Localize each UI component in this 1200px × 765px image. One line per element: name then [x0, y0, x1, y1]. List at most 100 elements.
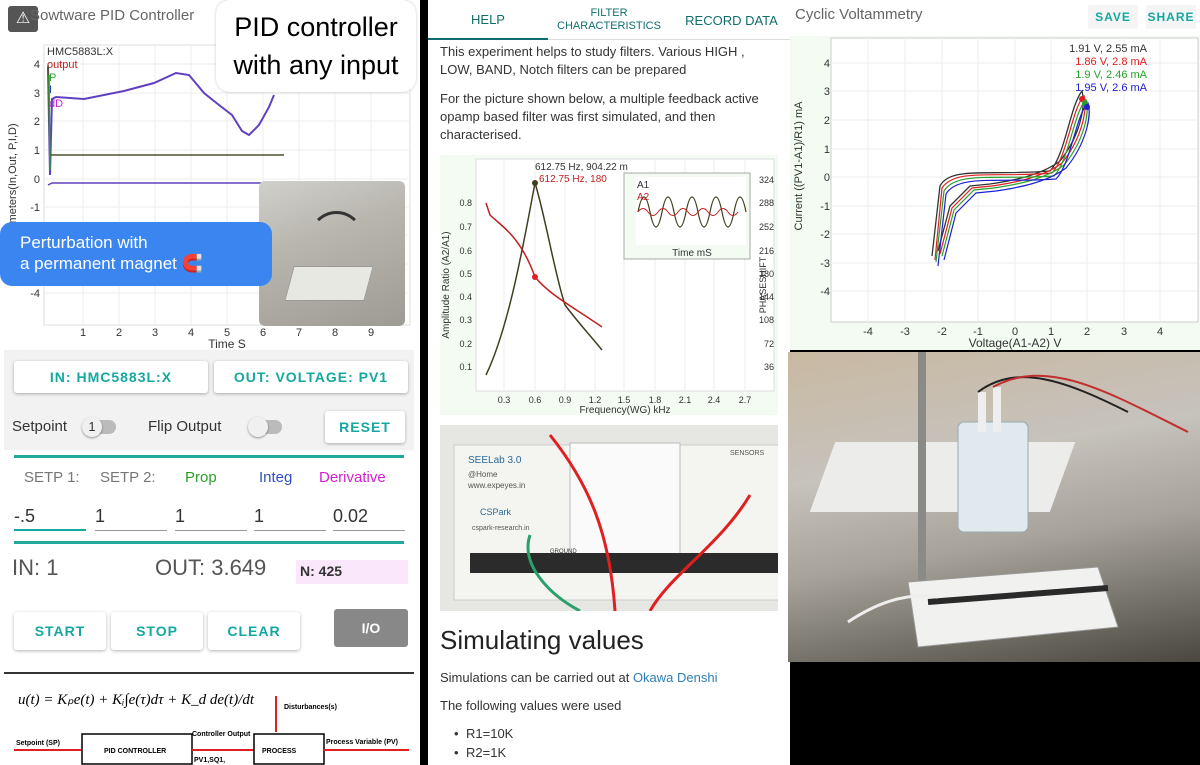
filter-xtick: 2.4 — [708, 395, 721, 405]
phase-tick: 288 — [759, 198, 774, 208]
photo-home: @Home — [468, 470, 498, 479]
inset-legend-a1: A1 — [637, 180, 650, 191]
inset-xlabel: Time mS — [672, 248, 712, 259]
pid-ytick: 1 — [34, 145, 40, 157]
flip-output-label: Flip Output — [148, 418, 222, 435]
inset-legend-a2: A2 — [637, 192, 650, 203]
app-title: Sowtware PID Controller — [30, 7, 195, 24]
filter-ylabel: Amplitude Ratio (A2/A1) — [441, 231, 452, 338]
tab-help[interactable]: HELP — [428, 0, 548, 40]
pid-ytick: 0 — [34, 174, 40, 186]
simulation-text: Simulations can be carried out at — [440, 670, 633, 685]
disturbance-caption: Disturbances(s) — [284, 704, 337, 711]
setpoint-toggle[interactable]: 1 — [82, 417, 116, 437]
derivative-input[interactable]: 0.02 — [333, 503, 405, 531]
filter-ytick: 0.4 — [459, 292, 472, 302]
cyclic-voltammetry-panel: Cyclic Voltammetry SAVE SHARE 4 3 2 1 0 … — [790, 0, 1200, 350]
setpoint-toggle-knob: 1 — [82, 417, 102, 437]
pid-xtick: 9 — [368, 327, 374, 339]
process-caption: PROCESS — [262, 748, 297, 755]
controller-caption: PID CONTROLLER — [104, 748, 166, 755]
values-paragraph: The following values were used — [440, 698, 622, 713]
phase-tick: 252 — [759, 222, 774, 232]
filter-ytick: 0.1 — [459, 362, 472, 372]
phase-tick: 324 — [759, 175, 774, 185]
cv-title: Cyclic Voltammetry — [795, 6, 923, 23]
filter-ytick: 0.2 — [459, 339, 472, 349]
cv-xtick: 2 — [1084, 326, 1090, 338]
cv-chart: 4 3 2 1 0 -1 -2 -3 -4 -4 -3 -2 -1 0 1 2 … — [790, 36, 1200, 350]
input-select-button[interactable]: IN: HMC5883L:X — [14, 361, 208, 393]
magnet-setup-photo — [259, 181, 405, 326]
setp2-header: SETP 2: — [100, 469, 156, 486]
pid-caption-line: with any input — [233, 50, 399, 80]
cv-xtick: 4 — [1157, 326, 1163, 338]
prop-input[interactable]: 1 — [175, 503, 247, 531]
filter-ytick: 0.3 — [459, 315, 472, 325]
tab-bar: HELP FILTER CHARACTERISTICS RECORD DATA — [428, 0, 790, 40]
cv-ytick: 3 — [824, 86, 830, 98]
pid-ytick: -1 — [30, 202, 40, 214]
pid-ytick: 2 — [34, 116, 40, 128]
clear-button[interactable]: CLEAR — [208, 612, 300, 650]
flip-output-toggle[interactable] — [248, 417, 282, 437]
photo-wire — [309, 211, 364, 266]
pid-xtick: 6 — [260, 327, 266, 339]
pid-legend-p: P — [49, 72, 56, 84]
filter-response-chart: 0.8 0.7 0.6 0.5 0.4 0.3 0.2 0.1 0.3 0.6 … — [440, 155, 778, 415]
setp1-header: SETP 1: — [24, 469, 80, 486]
pid-controller-panel: ⚠ Sowtware PID Controller Parameters(In,… — [0, 0, 420, 765]
io-button[interactable]: I/O — [334, 609, 408, 647]
peak-annotation: 612.75 Hz, 904.22 m — [535, 162, 628, 173]
cv-ytick: 2 — [824, 115, 830, 127]
filter-xtick: 0.9 — [559, 395, 572, 405]
filter-ytick: 0.5 — [459, 269, 472, 279]
flip-output-toggle-knob — [248, 417, 268, 437]
phase-marker — [532, 274, 538, 280]
divider-top — [14, 455, 404, 458]
pid-xtick: 3 — [152, 327, 158, 339]
share-button[interactable]: SHARE — [1146, 5, 1196, 29]
filter-xtick: 1.2 — [589, 395, 602, 405]
pid-xtick: 7 — [296, 327, 302, 339]
output-select-button[interactable]: OUT: VOLTAGE: PV1 — [214, 361, 408, 393]
filter-xtick: 1.5 — [618, 395, 631, 405]
pid-legend-output: output — [47, 59, 78, 71]
perturbation-caption-line: a permanent magnet 🧲 — [20, 254, 203, 273]
reset-button[interactable]: RESET — [325, 411, 405, 443]
integ-input[interactable]: 1 — [254, 503, 326, 531]
cv-ytick: -3 — [820, 258, 830, 270]
filter-ylabel2: PHASESHIFT — [758, 256, 768, 313]
cv-ytick: -2 — [820, 229, 830, 241]
phase-annotation: 612.75 Hz, 180 — [539, 174, 607, 185]
filter-ytick: 0.8 — [459, 198, 472, 208]
cv-legend-1: 1.91 V, 2.55 mA — [1069, 43, 1148, 55]
perturbation-caption-bubble: Perturbation with a permanent magnet 🧲 — [0, 222, 272, 286]
pid-caption-line: PID controller — [234, 12, 398, 42]
setp2-input[interactable]: 1 — [95, 503, 167, 531]
photo-sensors: SENSORS — [730, 450, 765, 457]
tab-filter-characteristics[interactable]: FILTER CHARACTERISTICS — [548, 0, 670, 40]
derivative-header: Derivative — [319, 469, 386, 486]
cv-xtick: -2 — [937, 326, 947, 338]
photo-site: www.expeyes.in — [467, 481, 525, 490]
cv-marker-blue — [1084, 104, 1090, 110]
phase-tick: 216 — [759, 246, 774, 256]
phase-tick: 72 — [764, 339, 774, 349]
stop-button[interactable]: STOP — [111, 612, 203, 650]
save-button[interactable]: SAVE — [1088, 5, 1138, 29]
start-button[interactable]: START — [14, 612, 106, 650]
okawa-denshi-link[interactable]: Okawa Denshi — [633, 670, 718, 685]
phase-tick: 108 — [759, 315, 774, 325]
pid-ytick: 3 — [34, 88, 40, 100]
pid-legend-input: HMC5883L:X — [47, 46, 114, 58]
pid-caption-bubble: PID controller with any input — [216, 0, 416, 92]
filter-xtick: 2.1 — [679, 395, 692, 405]
cv-xtick: -3 — [900, 326, 910, 338]
filter-xtick: 2.7 — [739, 395, 752, 405]
setp1-input[interactable]: -.5 — [14, 503, 86, 531]
filter-ytick: 0.7 — [459, 222, 472, 232]
filter-xtick: 0.3 — [498, 395, 511, 405]
tab-record-data[interactable]: RECORD DATA — [673, 0, 790, 40]
filter-xtick: 0.6 — [529, 395, 542, 405]
